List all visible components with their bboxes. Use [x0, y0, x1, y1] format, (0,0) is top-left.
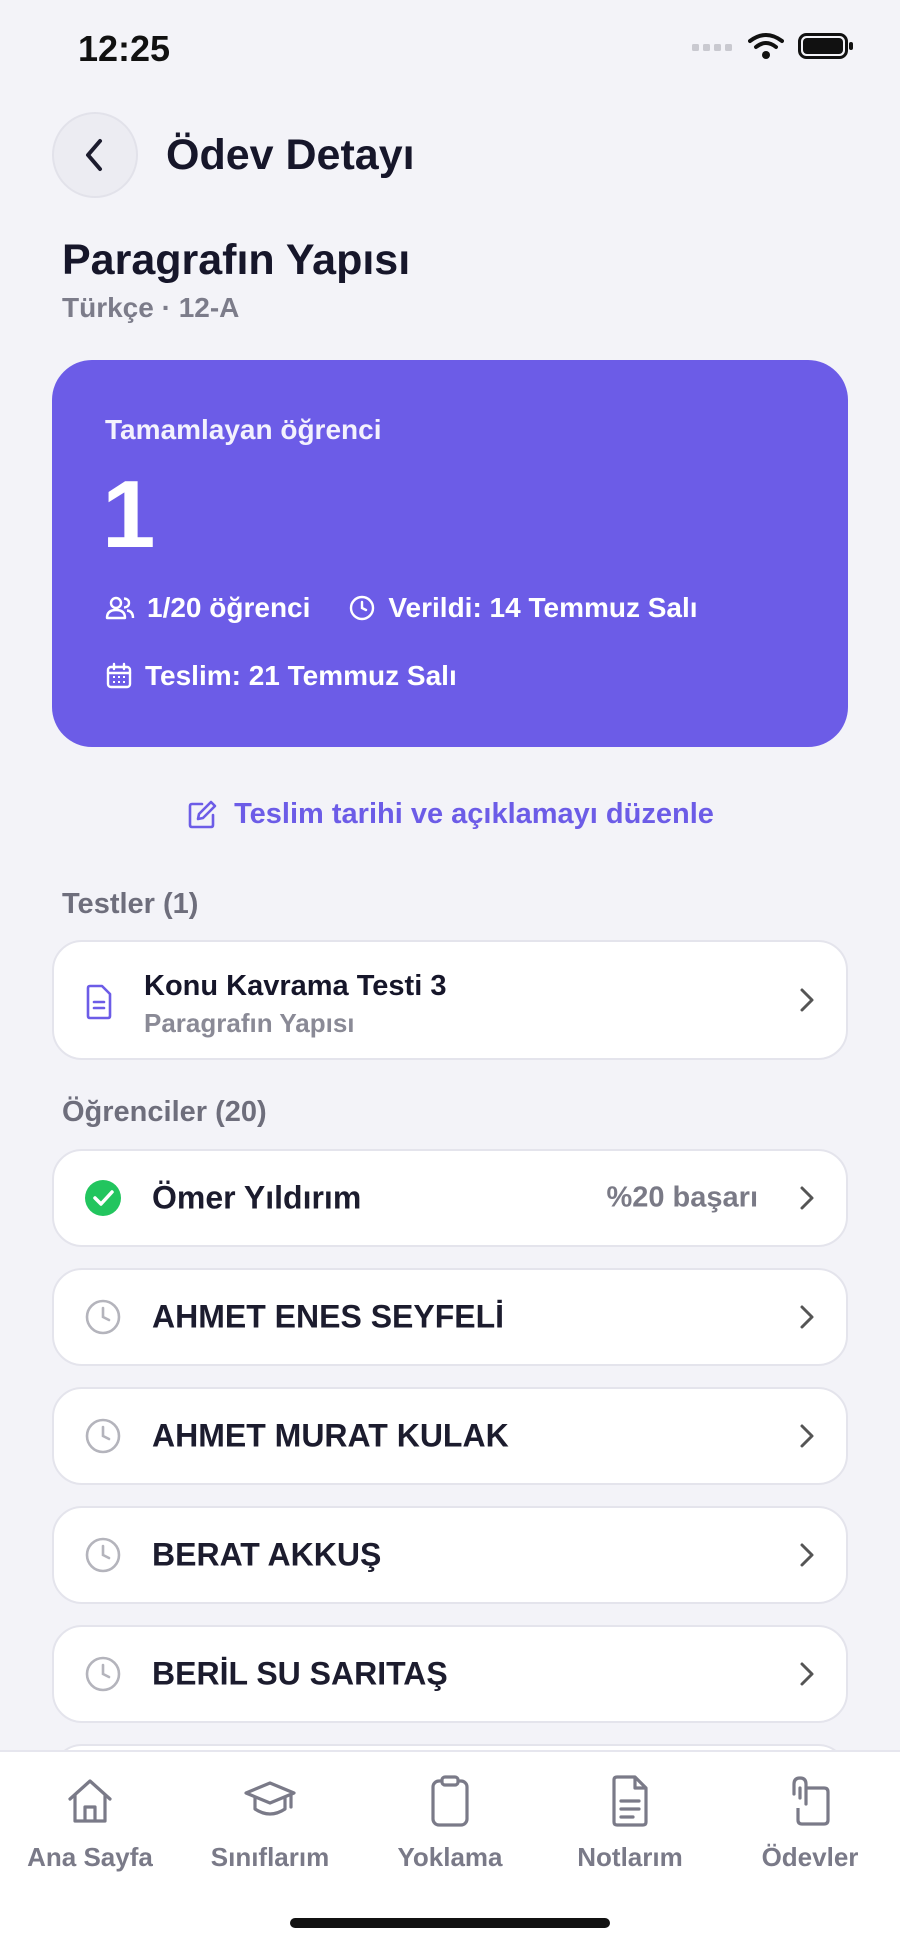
chevron-right-icon	[800, 1305, 814, 1329]
tab-label: Ödevler	[761, 1842, 859, 1872]
chevron-right-icon	[800, 1662, 814, 1686]
given-date-text: Verildi: 14 Temmuz Salı	[388, 592, 698, 623]
signal-icon	[692, 44, 732, 51]
status-icons	[692, 32, 854, 60]
edit-icon	[188, 800, 217, 828]
page-header: Ödev Detayı	[52, 112, 415, 198]
assignment-subtitle: Türkçe · 12-A	[62, 292, 240, 323]
due-date: Teslim: 21 Temmuz Salı	[105, 660, 457, 692]
tab-homework[interactable]: Ödevler	[720, 1772, 900, 1873]
tab-label: Sınıflarım	[210, 1842, 330, 1872]
chevron-left-icon	[86, 139, 102, 171]
student-name: BERİL SU SARITAŞ	[152, 1655, 448, 1692]
test-title: Konu Kavrama Testi 3	[144, 970, 447, 1002]
chevron-right-icon	[800, 988, 814, 1012]
back-button[interactable]	[52, 112, 138, 198]
status-bar: 12:25	[0, 0, 900, 100]
chevron-right-icon	[800, 1543, 814, 1567]
student-row[interactable]: AHMET ENES SEYFELİ	[52, 1268, 848, 1366]
users-icon	[105, 596, 135, 620]
paperclip-icon	[792, 1776, 830, 1826]
student-count-text: 1/20 öğrenci	[147, 592, 311, 623]
document-icon	[86, 984, 112, 1020]
edit-link-label: Teslim tarihi ve açıklamayı düzenle	[234, 798, 714, 830]
assignment-title: Paragrafın Yapısı	[62, 236, 411, 284]
student-name: Ömer Yıldırım	[152, 1179, 362, 1216]
due-date-text: Teslim: 21 Temmuz Salı	[145, 660, 457, 691]
home-indicator	[290, 1918, 610, 1928]
given-date: Verildi: 14 Temmuz Salı	[348, 592, 698, 624]
summary-card: Tamamlayan öğrenci 1 1/20 öğrenci Verild…	[52, 360, 848, 747]
student-row[interactable]: AHMET MURAT KULAK	[52, 1387, 848, 1485]
test-subtitle: Paragrafın Yapısı	[144, 1008, 355, 1038]
tab-notes[interactable]: Notlarım	[540, 1772, 720, 1873]
tab-classes[interactable]: Sınıflarım	[180, 1772, 360, 1873]
status-time: 12:25	[78, 28, 171, 69]
tab-label: Ana Sayfa	[27, 1842, 153, 1872]
student-score: %20 başarı	[606, 1181, 758, 1214]
wifi-icon	[748, 33, 784, 59]
calendar-icon	[106, 662, 132, 689]
graduation-cap-icon	[244, 1781, 296, 1816]
check-circle-icon	[85, 1180, 121, 1216]
test-item[interactable]: Konu Kavrama Testi 3 Paragrafın Yapısı	[52, 940, 848, 1060]
chevron-right-icon	[800, 1424, 814, 1448]
students-section-label: Öğrenciler (20)	[62, 1096, 267, 1128]
battery-icon	[798, 33, 853, 59]
chevron-right-icon	[800, 1186, 814, 1210]
student-row[interactable]: BERAT AKKUŞ	[52, 1506, 848, 1604]
home-icon	[68, 1779, 112, 1823]
tab-label: Notlarım	[577, 1842, 683, 1872]
student-name: AHMET MURAT KULAK	[152, 1417, 509, 1454]
clock-icon	[85, 1418, 121, 1454]
tab-attendance[interactable]: Yoklama	[360, 1772, 540, 1873]
clock-icon	[85, 1537, 121, 1573]
student-row[interactable]: Ömer Yıldırım %20 başarı	[52, 1149, 848, 1247]
student-row[interactable]: BERİL SU SARITAŞ	[52, 1625, 848, 1723]
summary-due-row: Teslim: 21 Temmuz Salı	[105, 660, 495, 692]
tab-home[interactable]: Ana Sayfa	[0, 1772, 180, 1873]
student-name: BERAT AKKUŞ	[152, 1536, 382, 1573]
clock-icon	[350, 595, 375, 621]
tests-section-label: Testler (1)	[62, 888, 199, 920]
document-icon	[612, 1775, 648, 1827]
summary-meta-row: 1/20 öğrenci Verildi: 14 Temmuz Salı	[105, 592, 736, 624]
student-name: AHMET ENES SEYFELİ	[152, 1298, 505, 1335]
clipboard-icon	[431, 1775, 469, 1827]
clock-icon	[85, 1299, 121, 1335]
summary-label: Tamamlayan öğrenci	[105, 414, 382, 445]
student-count: 1/20 öğrenci	[105, 592, 310, 624]
page-title: Ödev Detayı	[166, 130, 415, 179]
edit-due-date-link[interactable]: Teslim tarihi ve açıklamayı düzenle	[0, 798, 900, 831]
clock-icon	[85, 1656, 121, 1692]
summary-value: 1	[102, 461, 156, 568]
tab-label: Yoklama	[397, 1842, 503, 1872]
